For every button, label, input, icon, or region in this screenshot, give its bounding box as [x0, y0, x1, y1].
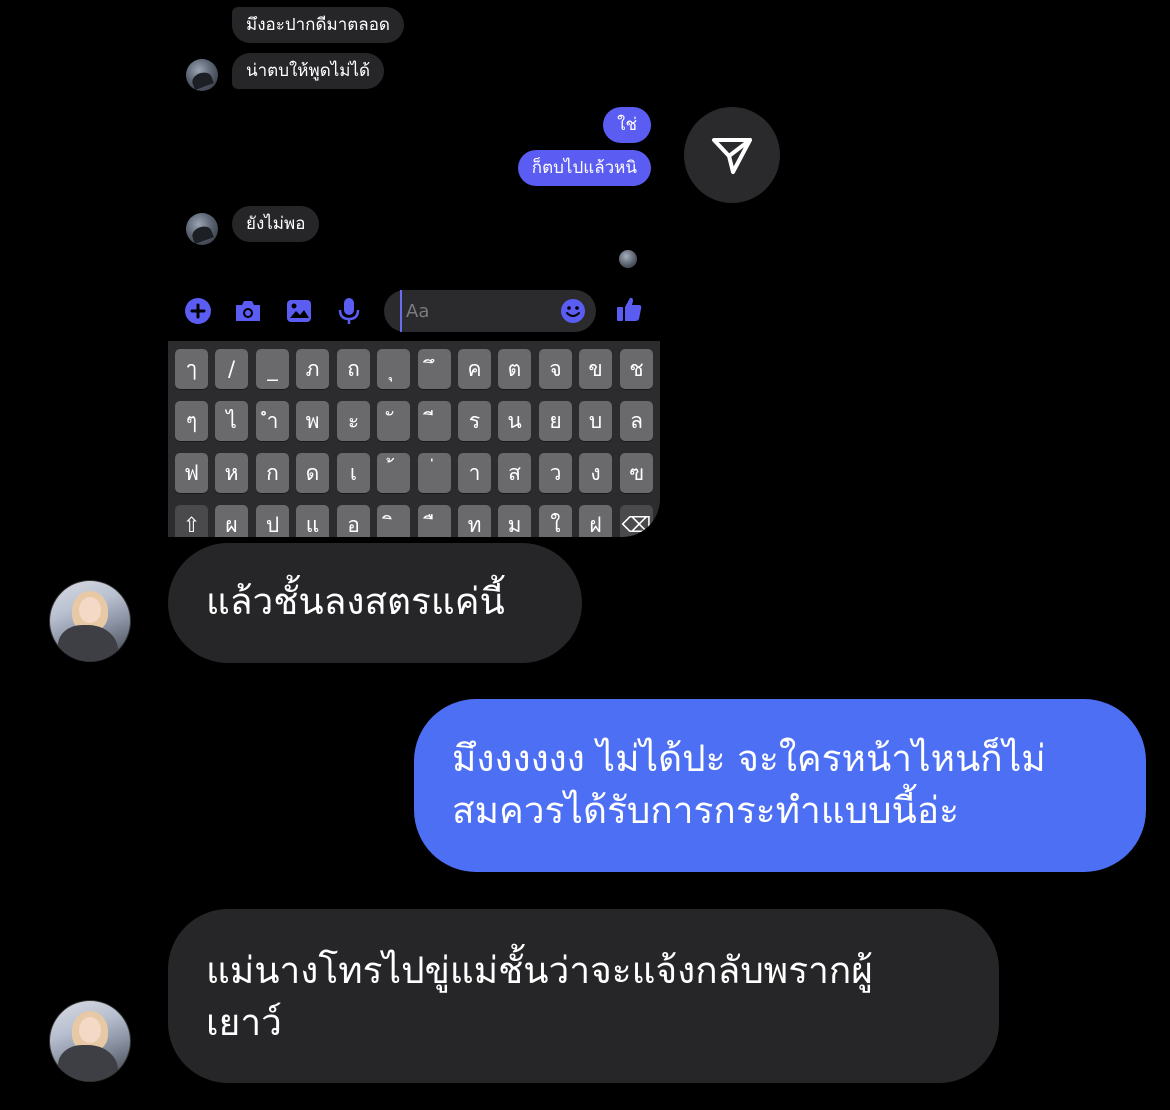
- keyboard-key[interactable]: ฝ: [579, 505, 612, 537]
- seen-indicator-avatar: [619, 250, 637, 268]
- avatar-body: [58, 1045, 118, 1081]
- keyboard-key[interactable]: ฃ: [620, 453, 653, 493]
- keyboard-key[interactable]: ง: [579, 453, 612, 493]
- mini-contact-avatar[interactable]: [186, 59, 218, 91]
- keyboard-key[interactable]: ม: [498, 505, 531, 537]
- keyboard-key[interactable]: ึ: [418, 349, 451, 389]
- message-input[interactable]: [400, 290, 550, 332]
- keyboard-key[interactable]: เ: [337, 453, 370, 493]
- keyboard-key[interactable]: ๅ: [175, 349, 208, 389]
- keyboard-key[interactable]: า: [458, 453, 491, 493]
- keyboard-key[interactable]: ื: [418, 505, 451, 537]
- keyboard-key[interactable]: ่: [418, 453, 451, 493]
- avatar-face: [79, 1017, 101, 1043]
- keyboard-key[interactable]: ท: [458, 505, 491, 537]
- keyboard-key[interactable]: ๆ: [175, 401, 208, 441]
- keyboard-key[interactable]: ด: [296, 453, 329, 493]
- keyboard-key[interactable]: ล: [620, 401, 653, 441]
- mini-message-incoming: น่าตบให้พูดไม่ได้: [232, 53, 385, 89]
- keyboard-key[interactable]: ป: [256, 505, 289, 537]
- keyboard-key[interactable]: บ: [579, 401, 612, 441]
- keyboard-key[interactable]: น: [498, 401, 531, 441]
- keyboard-key[interactable]: ถ: [337, 349, 370, 389]
- keyboard-key[interactable]: ผ: [215, 505, 248, 537]
- mini-contact-avatar[interactable]: [186, 213, 218, 245]
- mini-message-outgoing: ใช่: [603, 107, 651, 143]
- backspace-key[interactable]: ⌫: [620, 505, 653, 537]
- keyboard-key[interactable]: ห: [215, 453, 248, 493]
- keyboard-key[interactable]: ำ: [256, 401, 289, 441]
- keyboard-key[interactable]: พ: [296, 401, 329, 441]
- keyboard-key[interactable]: ว: [539, 453, 572, 493]
- keyboard-key[interactable]: แ: [296, 505, 329, 537]
- keyboard-key[interactable]: ข: [579, 349, 612, 389]
- keyboard-key[interactable]: ไ: [215, 401, 248, 441]
- keyboard-key[interactable]: ใ: [539, 505, 572, 537]
- mini-message-outgoing: ก็ตบไปแล้วหนิ: [517, 150, 651, 186]
- keyboard-key[interactable]: จ: [539, 349, 572, 389]
- keyboard-key[interactable]: ั: [377, 401, 410, 441]
- keyboard-key[interactable]: ส: [498, 453, 531, 493]
- image-icon[interactable]: [284, 296, 314, 326]
- avatar-body: [58, 625, 118, 661]
- keyboard-key[interactable]: ิ: [377, 505, 410, 537]
- microphone-icon[interactable]: [334, 296, 364, 326]
- keyboard-key[interactable]: ้: [377, 453, 410, 493]
- thumbs-up-icon[interactable]: [614, 294, 644, 324]
- keyboard-key[interactable]: ฟ: [175, 453, 208, 493]
- mini-message-incoming: มึงอะปากดีมาตลอด: [232, 7, 404, 43]
- message-outgoing: มึงงงงงง ไม่ได้ปะ จะใครหน้าไหนก็ไม่ สมคว…: [414, 699, 1146, 872]
- message-incoming: แม่นางโทรไปขู่แม่ชั้นว่าจะแจ้งกลับพรากผู…: [168, 909, 999, 1083]
- chat-screen: มึงอะปากดีมาตลอด น่าตบให้พูดไม่ได้ ใช่ ก…: [0, 0, 1170, 1110]
- message-incoming: แล้วชั้นลงสตรแค่นี้: [168, 543, 582, 663]
- contact-avatar[interactable]: [49, 580, 131, 662]
- plus-circle-icon[interactable]: [183, 296, 213, 326]
- keyboard-key[interactable]: ภ: [296, 349, 329, 389]
- contact-avatar[interactable]: [49, 1000, 131, 1082]
- shift-key[interactable]: ⇧: [175, 505, 208, 537]
- keyboard-key[interactable]: ุ: [377, 349, 410, 389]
- keyboard-key[interactable]: ต: [498, 349, 531, 389]
- mini-message-incoming: ยังไม่พอ: [232, 206, 320, 242]
- keyboard-key[interactable]: ย: [539, 401, 572, 441]
- keyboard-key[interactable]: ก: [256, 453, 289, 493]
- keyboard-key[interactable]: ะ: [337, 401, 370, 441]
- avatar-face: [79, 597, 101, 623]
- keyboard-key[interactable]: ค: [458, 349, 491, 389]
- message-input-container[interactable]: [384, 290, 596, 332]
- keyboard-key[interactable]: ร: [458, 401, 491, 441]
- keyboard-key[interactable]: /: [215, 349, 248, 389]
- camera-icon[interactable]: [233, 296, 263, 326]
- share-send-button[interactable]: [684, 107, 780, 203]
- send-paper-plane-icon: [712, 138, 752, 174]
- keyboard-key[interactable]: ช: [620, 349, 653, 389]
- keyboard-key[interactable]: อ: [337, 505, 370, 537]
- keyboard-key[interactable]: ี: [418, 401, 451, 441]
- keyboard-key[interactable]: _: [256, 349, 289, 389]
- emoji-icon[interactable]: [560, 298, 586, 324]
- thai-keyboard[interactable]: ๅ / _ ภ ถ ุ ึ ค ต จ ข ช ๆ ไ ำ พ ะ ั ี ร …: [168, 341, 660, 537]
